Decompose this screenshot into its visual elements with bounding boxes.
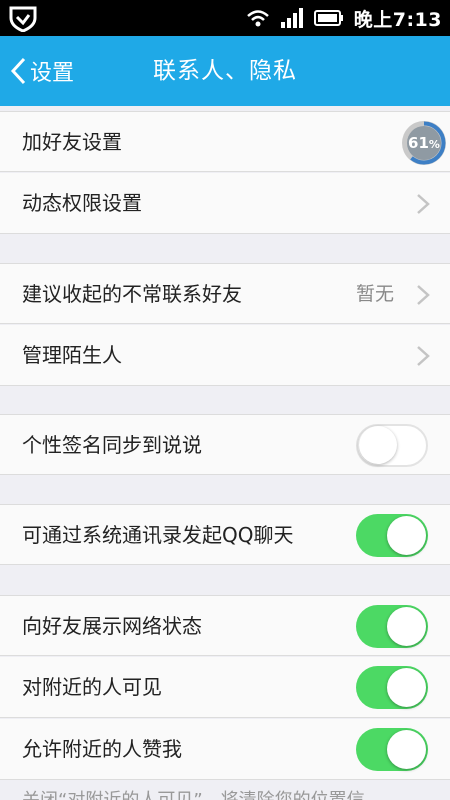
toggle-knob — [387, 516, 426, 555]
chevron-right-icon — [417, 346, 430, 366]
row-show-network-status: 向好友展示网络状态 — [0, 595, 450, 656]
show-network-status-toggle[interactable] — [356, 605, 428, 648]
progress-number: 61 — [408, 134, 429, 152]
row-label: 个性签名同步到说说 — [22, 433, 202, 457]
row-manage-strangers[interactable]: 管理陌生人 — [0, 325, 450, 386]
row-label: 加好友设置 — [22, 130, 122, 154]
visible-to-nearby-toggle[interactable] — [356, 666, 428, 709]
row-value: 暂无 — [355, 283, 394, 305]
row-allow-nearby-likes: 允许附近的人赞我 — [0, 719, 450, 780]
toggle-knob — [359, 426, 397, 464]
row-contacts-qq-chat: 可通过系统通讯录发起QQ聊天 — [0, 504, 450, 565]
battery-icon — [313, 10, 343, 26]
allow-nearby-likes-toggle[interactable] — [356, 728, 428, 771]
chevron-right-icon — [417, 194, 430, 214]
signature-sync-toggle[interactable] — [356, 424, 428, 467]
row-label: 对附近的人可见 — [22, 675, 162, 699]
signal-icon — [280, 8, 303, 28]
contacts-qq-chat-toggle[interactable] — [356, 514, 428, 557]
status-bar: 晚上7:13 — [0, 0, 450, 36]
row-signature-sync: 个性签名同步到说说 — [0, 414, 450, 475]
progress-value: 61% — [400, 119, 448, 167]
status-time: 晚上7:13 — [353, 8, 442, 31]
row-label: 建议收起的不常联系好友 — [22, 282, 242, 306]
toggle-knob — [387, 607, 426, 646]
progress-unit: % — [428, 138, 440, 151]
row-label: 动态权限设置 — [22, 191, 142, 215]
row-label: 向好友展示网络状态 — [22, 614, 202, 638]
row-label: 允许附近的人赞我 — [22, 737, 182, 761]
toggle-knob — [387, 730, 426, 769]
row-add-friend-settings[interactable]: 加好友设置 61% — [0, 111, 450, 172]
chevron-right-icon — [417, 285, 430, 305]
footer-note: 关闭“对附近的人可见”，将清除您的位置信 — [22, 786, 442, 800]
row-visible-to-nearby: 对附近的人可见 — [0, 657, 450, 718]
shield-icon — [9, 6, 37, 32]
progress-badge[interactable]: 61% — [400, 119, 448, 167]
row-label: 管理陌生人 — [22, 343, 122, 367]
row-label: 可通过系统通讯录发起QQ聊天 — [22, 523, 294, 547]
nav-bar: 设置 联系人、隐私 — [0, 36, 450, 106]
toggle-knob — [387, 668, 426, 707]
page-title: 联系人、隐私 — [153, 58, 297, 84]
wifi-icon — [246, 10, 269, 27]
row-suggested-collapse-friends[interactable]: 建议收起的不常联系好友 暂无 — [0, 263, 450, 324]
row-dynamic-permissions[interactable]: 动态权限设置 — [0, 173, 450, 234]
